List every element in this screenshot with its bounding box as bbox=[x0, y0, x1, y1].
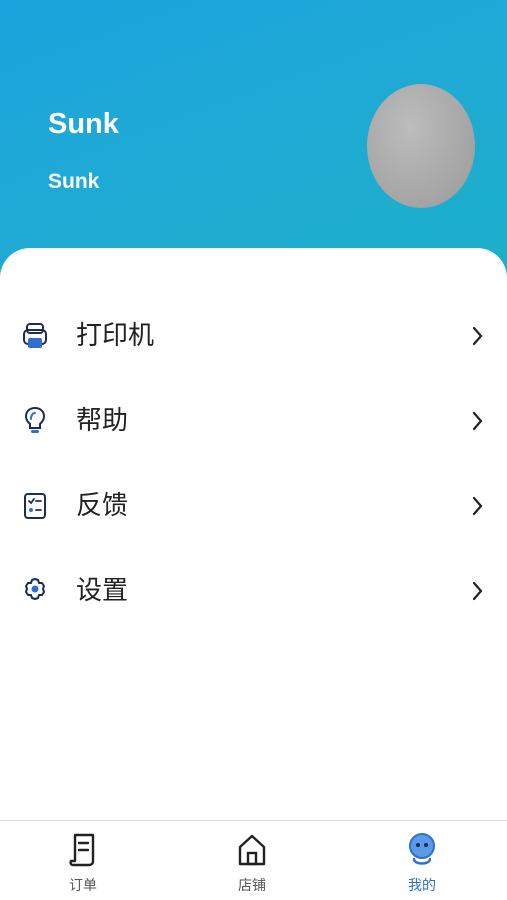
gear-icon bbox=[25, 578, 45, 600]
feedback-checklist-icon bbox=[24, 493, 46, 519]
tab-store[interactable]: 店铺 bbox=[207, 821, 297, 900]
menu-item-label: 打印机 bbox=[76, 321, 155, 351]
menu-item-printer[interactable]: 打印机 bbox=[0, 306, 507, 366]
menu-item-feedback[interactable]: 反馈 bbox=[0, 476, 507, 536]
tab-profile[interactable]: 我的 bbox=[377, 821, 467, 900]
menu-item-help[interactable]: 帮助 bbox=[0, 391, 507, 451]
chevron-right-icon bbox=[472, 496, 483, 516]
orders-icon bbox=[69, 833, 95, 867]
profile-icon bbox=[409, 833, 435, 865]
user-subtitle: Sunk bbox=[48, 170, 100, 193]
avatar[interactable] bbox=[367, 84, 475, 208]
tab-label: 订单 bbox=[69, 878, 97, 894]
lightbulb-icon bbox=[24, 406, 46, 433]
tab-label: 我的 bbox=[408, 878, 436, 894]
menu-item-label: 帮助 bbox=[76, 406, 129, 436]
chevron-right-icon bbox=[472, 581, 483, 601]
user-name: Sunk bbox=[48, 108, 119, 140]
bottom-tab-bar: 订单 店铺 我的 bbox=[0, 820, 507, 900]
menu-panel: 打印机 帮助 反馈 设置 bbox=[0, 248, 507, 820]
chevron-right-icon bbox=[472, 411, 483, 431]
menu-item-label: 设置 bbox=[76, 576, 129, 606]
chevron-right-icon bbox=[472, 326, 483, 346]
printer-icon bbox=[23, 323, 47, 348]
tab-orders[interactable]: 订单 bbox=[38, 821, 128, 900]
menu-item-settings[interactable]: 设置 bbox=[0, 561, 507, 621]
store-icon bbox=[238, 834, 266, 866]
menu-item-label: 反馈 bbox=[76, 491, 129, 521]
tab-label: 店铺 bbox=[238, 878, 266, 894]
